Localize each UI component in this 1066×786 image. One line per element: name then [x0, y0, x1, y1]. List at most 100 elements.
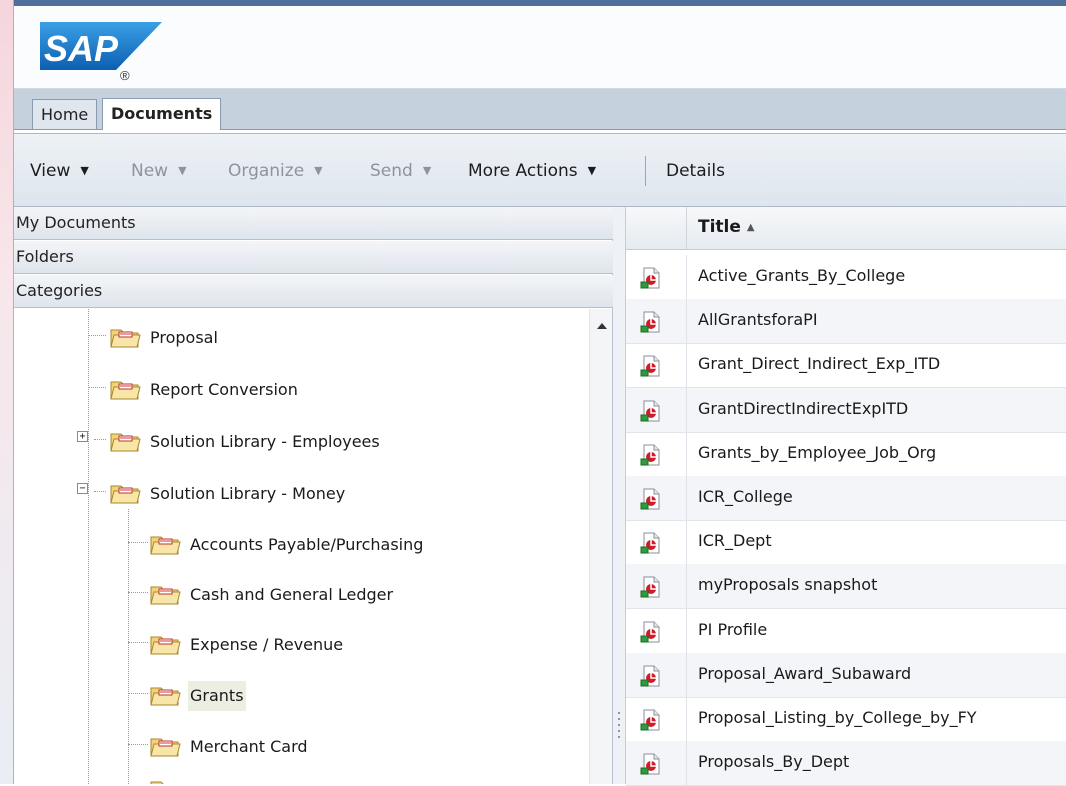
tree-node-label: Proposal: [150, 328, 218, 347]
tab-home[interactable]: Home: [32, 99, 98, 129]
folder-icon: [150, 633, 182, 665]
organize-menu-button[interactable]: Organize ▼: [228, 159, 323, 183]
table-row[interactable]: Proposal_Award_Subaward: [626, 652, 1066, 698]
document-title[interactable]: AllGrantsforaPI: [698, 310, 818, 329]
tree-node-label: Grants: [188, 681, 246, 711]
sap-logo-icon: SAP ®: [38, 20, 164, 86]
folders-header[interactable]: Folders: [14, 241, 614, 274]
column-divider: [686, 299, 687, 344]
panel-splitter[interactable]: [613, 207, 626, 784]
splitter-grip: [618, 730, 620, 732]
icon-column-header[interactable]: [626, 207, 687, 249]
table-row[interactable]: Proposals_By_Dept: [626, 741, 1066, 786]
new-menu-button[interactable]: New ▼: [131, 159, 187, 183]
report-document-icon: [640, 709, 662, 735]
categories-tree: + − Proposal Report Conversion Solution …: [14, 309, 612, 784]
tree-connector: [128, 744, 148, 745]
sort-ascending-icon: ▲: [746, 222, 755, 233]
table-row[interactable]: Active_Grants_By_College: [626, 255, 1066, 300]
send-menu-button[interactable]: Send ▼: [370, 159, 431, 183]
categories-header[interactable]: Categories: [14, 275, 614, 308]
organize-label: Organize: [228, 161, 305, 181]
more-actions-menu-button[interactable]: More Actions ▼: [468, 159, 596, 183]
tree-node-label: Report Conversion: [150, 380, 298, 399]
chevron-down-icon: ▼: [178, 164, 187, 177]
details-button[interactable]: Details: [666, 159, 725, 183]
splitter-grip: [618, 712, 620, 714]
table-row[interactable]: PI Profile: [626, 608, 1066, 654]
tree-scrollbar[interactable]: [589, 309, 612, 784]
folder-icon: [110, 326, 142, 358]
report-document-icon: [640, 400, 662, 426]
tab-documents[interactable]: Documents: [102, 98, 222, 130]
document-title[interactable]: ICR_Dept: [698, 531, 772, 550]
column-divider: [686, 697, 687, 741]
document-title[interactable]: Proposal_Award_Subaward: [698, 664, 911, 683]
title-column-header[interactable]: Title ▲: [698, 217, 755, 237]
tree-connector: [88, 309, 89, 784]
table-row[interactable]: Grants_by_Employee_Job_Org: [626, 431, 1066, 477]
new-label: New: [131, 161, 169, 181]
folder-icon: [150, 533, 182, 565]
view-menu-button[interactable]: View ▼: [30, 159, 89, 183]
document-title[interactable]: Active_Grants_By_College: [698, 266, 905, 285]
column-divider: [686, 520, 687, 565]
toolbar-separator: [645, 156, 646, 186]
table-row[interactable]: Grant_Direct_Indirect_Exp_ITD: [626, 343, 1066, 389]
folder-icon: [150, 778, 182, 784]
tree-node-label: Solution Library - Employees: [150, 432, 380, 451]
table-row[interactable]: AllGrantsforaPI: [626, 299, 1066, 345]
chevron-down-icon: ▼: [80, 164, 89, 177]
document-title[interactable]: Grants_by_Employee_Job_Org: [698, 443, 936, 462]
report-document-icon: [640, 621, 662, 647]
folder-icon: [150, 684, 182, 716]
folder-icon: [110, 430, 142, 462]
table-row[interactable]: Proposal_Listing_by_College_by_FY: [626, 697, 1066, 742]
document-title[interactable]: Proposal_Listing_by_College_by_FY: [698, 708, 977, 727]
document-title[interactable]: myProposals snapshot: [698, 575, 877, 594]
scroll-up-arrow-icon[interactable]: [597, 323, 607, 329]
chevron-down-icon: ▼: [314, 164, 323, 177]
document-title[interactable]: Proposals_By_Dept: [698, 752, 849, 771]
folder-icon: [150, 583, 182, 615]
collapse-minus-icon[interactable]: −: [77, 483, 88, 494]
tab-bar: Home Documents: [14, 89, 1066, 130]
tree-node-label: Merchant Card: [190, 737, 308, 756]
tree-connector: [94, 439, 106, 440]
document-list: Title ▲ Active_Grants_By_College AllGrants…: [626, 207, 1066, 786]
view-label: View: [30, 161, 71, 181]
table-row[interactable]: ICR_Dept: [626, 520, 1066, 566]
svg-text:SAP: SAP: [44, 28, 119, 69]
column-divider: [686, 255, 687, 299]
tree-connector: [128, 693, 148, 694]
report-document-icon: [640, 576, 662, 602]
table-row[interactable]: myProposals snapshot: [626, 564, 1066, 610]
send-label: Send: [370, 161, 413, 181]
app-header: SAP ®: [14, 6, 1066, 89]
column-divider: [686, 608, 687, 653]
table-row[interactable]: GrantDirectIndirectExpITD: [626, 387, 1066, 433]
document-title[interactable]: Grant_Direct_Indirect_Exp_ITD: [698, 354, 940, 373]
column-divider: [686, 564, 687, 609]
tree-connector: [128, 642, 148, 643]
report-document-icon: [640, 488, 662, 514]
expand-plus-icon[interactable]: +: [77, 431, 88, 442]
report-document-icon: [640, 267, 662, 293]
window-left-strip: [0, 0, 14, 784]
column-divider: [686, 652, 687, 697]
table-row[interactable]: ICR_College: [626, 476, 1066, 521]
tree-node-label: Expense / Revenue: [190, 635, 344, 654]
document-title[interactable]: GrantDirectIndirectExpITD: [698, 399, 908, 418]
report-document-icon: [640, 532, 662, 558]
column-divider: [686, 431, 687, 476]
splitter-grip: [618, 724, 620, 726]
app-frame: SAP ® Home Documents View ▼ New ▼ Organize…: [14, 6, 1066, 786]
document-title[interactable]: PI Profile: [698, 620, 767, 639]
document-title[interactable]: ICR_College: [698, 487, 793, 506]
splitter-grip: [618, 736, 620, 738]
splitter-grip: [618, 718, 620, 720]
title-column-label: Title: [698, 217, 741, 237]
details-label: Details: [666, 161, 725, 181]
folder-open-icon: [110, 482, 142, 514]
my-documents-header[interactable]: My Documents: [14, 207, 614, 240]
